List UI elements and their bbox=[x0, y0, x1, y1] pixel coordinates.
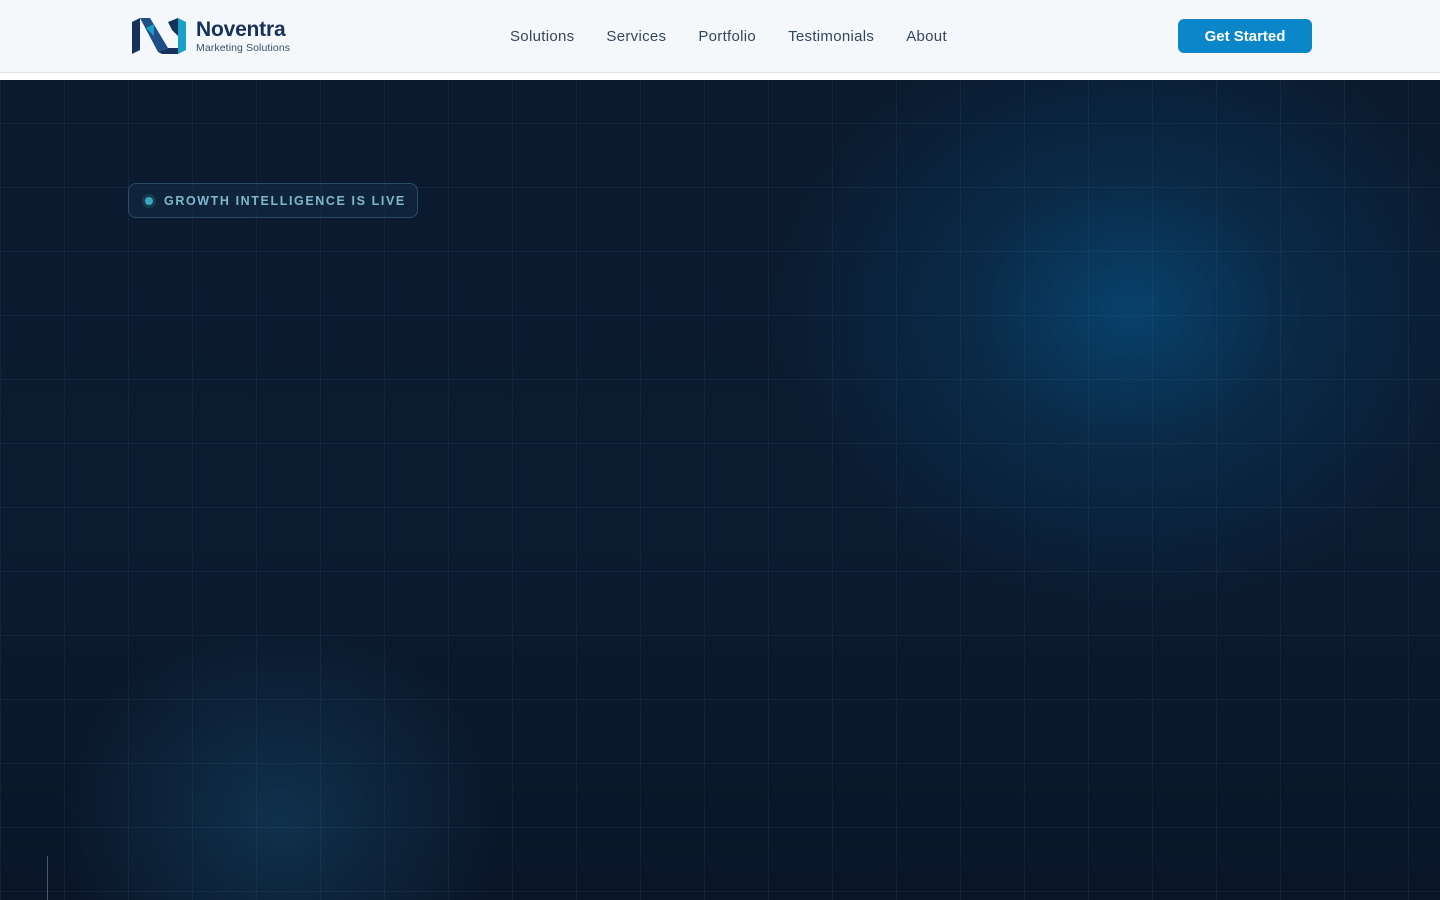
nav-link-portfolio[interactable]: Portfolio bbox=[698, 28, 756, 45]
nav-link-about[interactable]: About bbox=[906, 28, 947, 45]
hero-section: GROWTH INTELLIGENCE IS LIVE bbox=[0, 80, 1440, 900]
header-divider bbox=[0, 73, 1440, 80]
brand-logo-link[interactable]: Noventra Marketing Solutions bbox=[132, 18, 290, 54]
live-dot-icon bbox=[145, 196, 153, 205]
brand-name: Noventra bbox=[196, 17, 286, 41]
nav-link-services[interactable]: Services bbox=[606, 28, 666, 45]
get-started-button[interactable]: Get Started bbox=[1178, 19, 1312, 53]
status-badge: GROWTH INTELLIGENCE IS LIVE bbox=[128, 183, 418, 218]
site-header: Noventra Marketing Solutions Solutions S… bbox=[0, 0, 1440, 73]
nav-link-testimonials[interactable]: Testimonials bbox=[788, 28, 874, 45]
main-nav: Solutions Services Portfolio Testimonial… bbox=[510, 0, 947, 73]
brand-tagline: Marketing Solutions bbox=[196, 41, 291, 54]
scroll-indicator-line bbox=[47, 856, 48, 900]
status-badge-text: GROWTH INTELLIGENCE IS LIVE bbox=[164, 193, 406, 208]
brand-text: Noventra Marketing Solutions bbox=[196, 19, 290, 54]
nav-link-solutions[interactable]: Solutions bbox=[510, 28, 574, 45]
n-monogram-icon bbox=[132, 18, 186, 54]
